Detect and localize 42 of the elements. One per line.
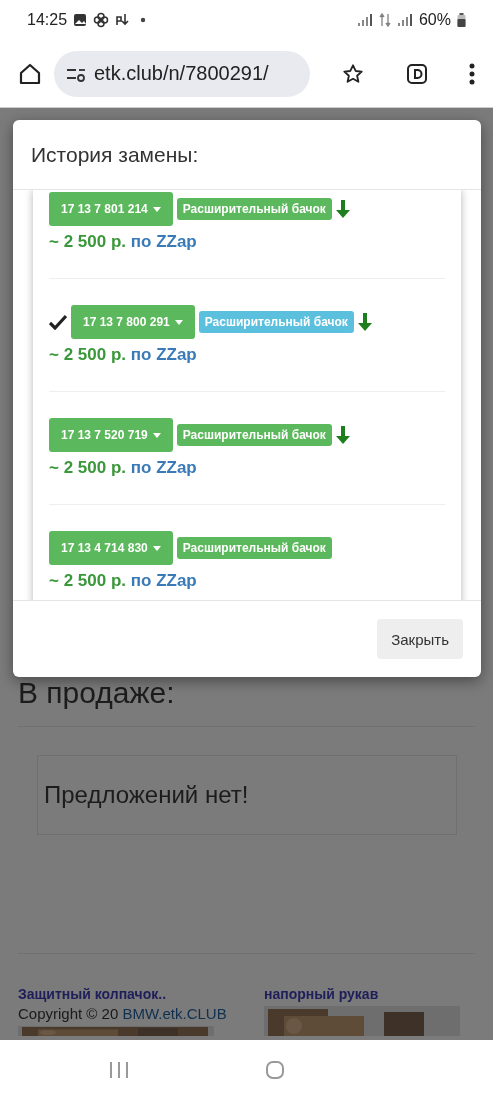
- home-icon[interactable]: [18, 61, 42, 86]
- part-name-label: Расширительный бачок: [176, 424, 332, 446]
- price-text: ~ 2 500 р. по ZZap: [49, 232, 198, 252]
- zzap-link[interactable]: по ZZap: [130, 345, 197, 364]
- site-link[interactable]: BMW.etk.CLUB: [122, 1005, 227, 1022]
- caret-icon: [152, 545, 161, 551]
- part-name-label: Расширительный бачок: [176, 537, 332, 559]
- price-text: ~ 2 500 р. по ZZap: [49, 458, 198, 478]
- caret-icon: [152, 206, 161, 212]
- battery-percent: 60%: [418, 11, 451, 29]
- extension-icon[interactable]: [405, 62, 428, 85]
- image-icon: [73, 13, 88, 27]
- part-number-dropdown[interactable]: 17 13 7 800 291: [71, 305, 195, 339]
- zzap-link[interactable]: по ZZap: [130, 571, 197, 590]
- price-text: ~ 2 500 р. по ZZap: [49, 345, 198, 365]
- part-number-dropdown[interactable]: 17 13 7 520 719: [49, 418, 173, 452]
- menu-icon[interactable]: [469, 62, 475, 85]
- fan-icon: [93, 12, 110, 28]
- caret-icon: [174, 319, 183, 325]
- zzap-link[interactable]: по ZZap: [130, 458, 197, 477]
- data-icon: [378, 13, 391, 27]
- part-name-label: Расширительный бачок: [198, 311, 354, 333]
- recent-apps-icon[interactable]: [107, 1060, 130, 1079]
- time: 14:25: [27, 11, 68, 29]
- zzap-link[interactable]: по ZZap: [130, 232, 197, 251]
- signal-icon: [356, 13, 373, 27]
- battery-icon: [457, 13, 466, 27]
- dot-icon: [139, 16, 148, 24]
- product-link[interactable]: напорный рукав: [264, 986, 460, 1002]
- part-number-dropdown[interactable]: 17 13 7 801 214: [49, 192, 173, 226]
- home-button-icon[interactable]: [265, 1059, 286, 1080]
- signal-icon: [396, 13, 413, 27]
- empty-message: Предложений нет!: [37, 755, 457, 835]
- part-name-label: Расширительный бачок: [176, 198, 332, 220]
- part-number-dropdown[interactable]: 17 13 4 714 830: [49, 531, 173, 565]
- close-button[interactable]: Закрыть: [377, 619, 463, 659]
- product-link[interactable]: Защитный колпачок..: [18, 986, 214, 1002]
- price-text: ~ 2 500 р. по ZZap: [49, 571, 198, 591]
- address-bar[interactable]: etk.club/n/7800291/: [54, 50, 310, 97]
- star-icon[interactable]: [342, 62, 364, 85]
- caret-icon: [152, 432, 161, 438]
- modal-title: История замены:: [31, 142, 199, 167]
